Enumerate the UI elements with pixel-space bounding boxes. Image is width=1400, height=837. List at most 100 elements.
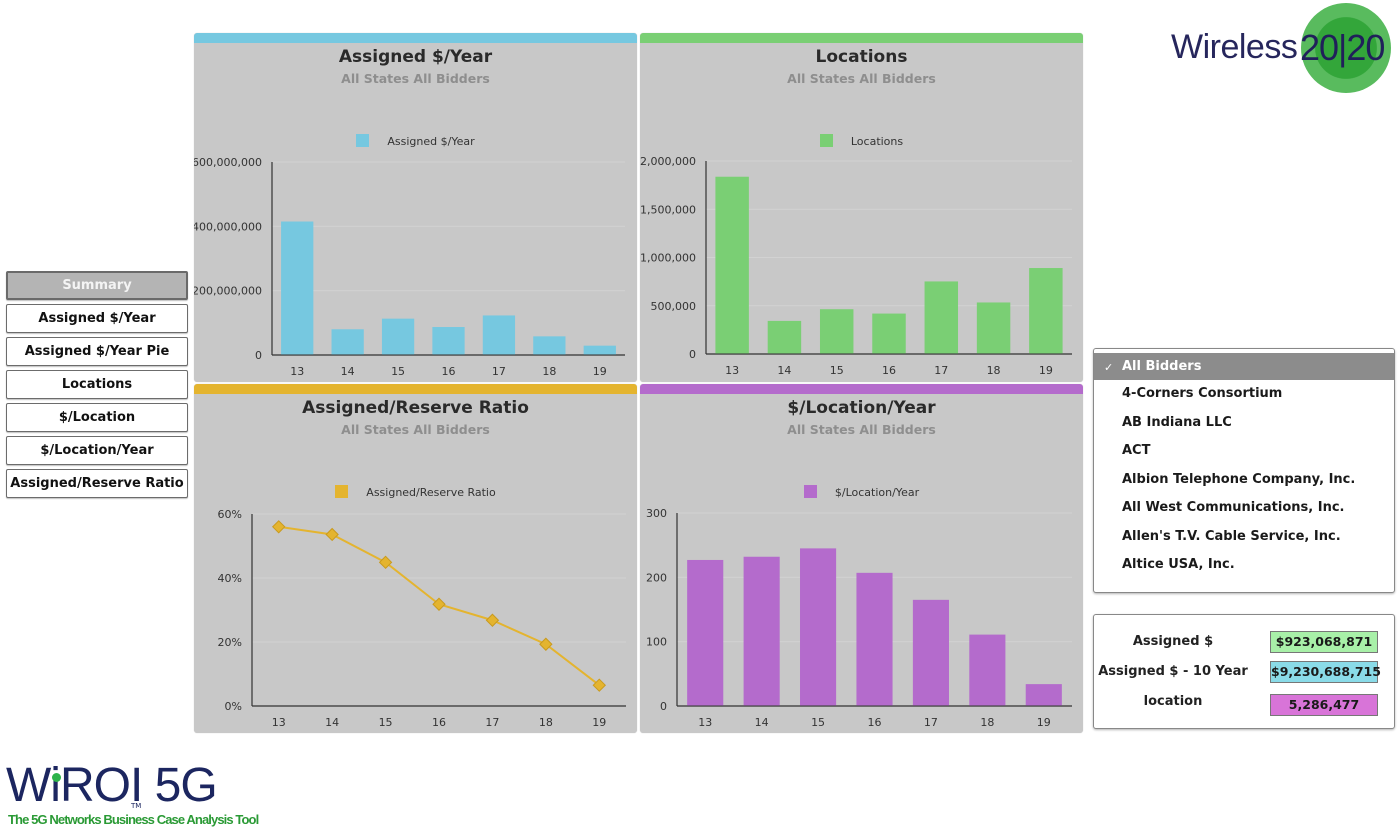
- assigned-year-chart: 0 200,000,000 400,000,000 600,000,000 13 14 15…: [194, 156, 625, 378]
- x-tick-label: 16: [432, 716, 446, 729]
- bidder-label: Albion Telephone Company, Inc.: [1122, 471, 1356, 487]
- bar-19[interactable]: [583, 345, 616, 355]
- bar-14[interactable]: [331, 329, 364, 355]
- bar-15[interactable]: [800, 548, 837, 706]
- summary-label: Assigned $ - 10 Year: [1098, 664, 1248, 679]
- x-tick-label: 19: [593, 365, 607, 378]
- bar-18[interactable]: [533, 336, 566, 355]
- y-tick-label: 300: [646, 507, 667, 520]
- location-value: 5,286,477: [1270, 694, 1378, 716]
- summary-row-assigned-10yr: Assigned $ - 10 Year $9,230,688,715: [1094, 661, 1394, 683]
- bar-18[interactable]: [976, 302, 1011, 354]
- x-tick-label: 14: [777, 364, 791, 377]
- bidder-label: AB Indiana LLC: [1122, 414, 1232, 430]
- bar-16[interactable]: [856, 572, 893, 706]
- y-tick-label: 1,500,000: [640, 203, 696, 216]
- bar-19[interactable]: [1025, 684, 1062, 706]
- summary-label: location: [1143, 694, 1203, 709]
- bidder-label: ACT: [1122, 443, 1151, 458]
- y-tick-label: 2,000,000: [640, 155, 696, 168]
- assigned-value: $923,068,871: [1270, 631, 1378, 653]
- wiroi-logo: WiROI 5G TM The 5G Networks Business Cas…: [6, 759, 276, 834]
- nav-location-button[interactable]: $/Location: [6, 403, 188, 432]
- summary-label: Assigned $: [1132, 634, 1214, 649]
- bidder-option[interactable]: ACT: [1094, 437, 1394, 466]
- bidder-label: Allen's T.V. Cable Service, Inc.: [1122, 528, 1341, 544]
- x-tick-label: 18: [542, 365, 556, 378]
- assigned-year-panel: Assigned $/Year All States All Bidders A…: [194, 33, 637, 382]
- y-tick-label: 200,000,000: [194, 285, 262, 298]
- nav-summary-button[interactable]: Summary: [6, 271, 188, 300]
- y-tick-label: 400,000,000: [194, 220, 262, 233]
- bar-15[interactable]: [381, 318, 415, 355]
- bidder-option[interactable]: AB Indiana LLC: [1094, 409, 1394, 438]
- bar-13[interactable]: [281, 221, 314, 355]
- y-tick-label: 600,000,000: [194, 156, 262, 169]
- bar-13[interactable]: [687, 559, 724, 706]
- nav-locations-button[interactable]: Locations: [6, 370, 188, 399]
- bar-16[interactable]: [432, 327, 465, 355]
- bar-18[interactable]: [969, 634, 1006, 706]
- y-tick-label: 20%: [218, 636, 242, 649]
- point-13[interactable]: [272, 520, 286, 534]
- x-tick-label: 17: [934, 364, 948, 377]
- x-tick-label: 13: [272, 716, 286, 729]
- bidder-option[interactable]: ✓ All Bidders: [1094, 349, 1394, 380]
- trademark-mark: TM: [131, 802, 142, 810]
- bar-15[interactable]: [819, 309, 854, 354]
- point-17[interactable]: [485, 613, 500, 627]
- bar-14[interactable]: [767, 320, 802, 354]
- y-tick-label: 500,000: [651, 300, 697, 313]
- bar-13[interactable]: [715, 176, 749, 354]
- nav-assigned-reserve-ratio-button[interactable]: Assigned/Reserve Ratio: [6, 469, 188, 498]
- x-tick-label: 13: [725, 364, 739, 377]
- y-tick-label: 40%: [218, 572, 242, 585]
- bidder-option[interactable]: Altice USA, Inc.: [1094, 551, 1394, 580]
- bar-17[interactable]: [924, 281, 959, 354]
- bidder-label: All Bidders: [1122, 359, 1202, 374]
- x-tick-label: 19: [592, 716, 606, 729]
- checkmark-icon: ✓: [1104, 361, 1114, 374]
- bar-19[interactable]: [1029, 268, 1063, 354]
- x-tick-label: 19: [1039, 364, 1053, 377]
- bidder-option[interactable]: Albion Telephone Company, Inc.: [1094, 466, 1394, 495]
- y-tick-label: 1,000,000: [640, 252, 696, 265]
- x-tick-label: 14: [325, 716, 339, 729]
- bar-14[interactable]: [743, 556, 780, 706]
- x-tick-label: 15: [830, 364, 844, 377]
- bidder-option[interactable]: Allen's T.V. Cable Service, Inc.: [1094, 523, 1394, 552]
- x-tick-label: 16: [868, 716, 882, 729]
- location-year-panel: $/Location/Year All States All Bidders $…: [640, 384, 1083, 733]
- x-tick-label: 14: [341, 365, 355, 378]
- bidder-option[interactable]: All West Communications, Inc.: [1094, 494, 1394, 523]
- location-year-chart: 0 100 200 300 13 14 15 16 17 18 19: [646, 507, 1072, 729]
- x-tick-label: 15: [379, 716, 393, 729]
- bidder-listbox[interactable]: ✓ All Bidders 4-Corners Consortium AB Ind…: [1093, 348, 1395, 593]
- nav-assigned-year-button[interactable]: Assigned $/Year: [6, 304, 188, 333]
- summary-row-location: location 5,286,477: [1094, 694, 1394, 716]
- y-tick-label: 0: [255, 349, 262, 362]
- y-tick-label: 0%: [225, 700, 242, 713]
- nav-assigned-year-pie-button[interactable]: Assigned $/Year Pie: [6, 337, 188, 366]
- x-tick-label: 18: [539, 716, 553, 729]
- bidder-label: 4-Corners Consortium: [1122, 386, 1283, 401]
- wireless-2020-logo: Wireless 20|20: [1168, 3, 1400, 95]
- summary-row-assigned: Assigned $ $923,068,871: [1094, 631, 1394, 653]
- x-tick-label: 15: [811, 716, 825, 729]
- assigned-10yr-value: $9,230,688,715: [1270, 661, 1381, 683]
- wiroi-tagline: The 5G Networks Business Case Analysis T…: [8, 812, 259, 827]
- assigned-reserve-ratio-panel: Assigned/Reserve Ratio All States All Bi…: [194, 384, 637, 733]
- y-tick-label: 0: [689, 348, 696, 361]
- x-tick-label: 17: [924, 716, 938, 729]
- point-14[interactable]: [325, 527, 339, 542]
- x-tick-label: 13: [698, 716, 712, 729]
- bidder-option[interactable]: 4-Corners Consortium: [1094, 380, 1394, 409]
- nav-location-year-button[interactable]: $/Location/Year: [6, 436, 188, 465]
- bar-17[interactable]: [482, 315, 516, 355]
- bar-16[interactable]: [872, 313, 906, 354]
- bar-17[interactable]: [912, 599, 949, 706]
- locations-panel: Locations All States All Bidders Locatio…: [640, 33, 1083, 382]
- wiroi-wordmark: WiROI 5G: [6, 759, 218, 812]
- x-tick-label: 19: [1037, 716, 1051, 729]
- x-tick-label: 18: [980, 716, 994, 729]
